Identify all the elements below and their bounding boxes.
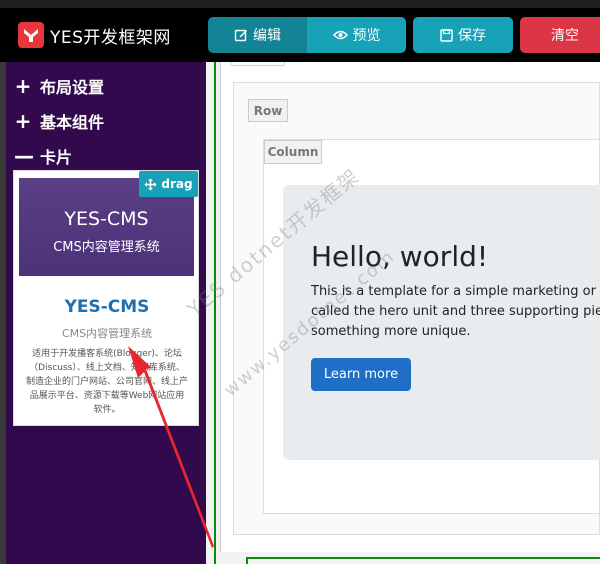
sidebar-item-label: 布局设置 — [40, 78, 105, 97]
top-toolbar: YES开发框架网 编辑 预览 保存 清空 — [0, 0, 600, 62]
app-logo[interactable]: YES开发框架网 — [18, 22, 171, 48]
move-icon — [144, 178, 157, 190]
preview-label: 预览 — [352, 28, 381, 44]
edit-button[interactable]: 编辑 — [208, 17, 307, 53]
edit-label: 编辑 — [253, 28, 281, 44]
sidebar-item-card[interactable]: — 卡片 — [14, 144, 72, 168]
learn-more-button[interactable]: Learn more — [311, 358, 411, 391]
minus-icon: — — [14, 144, 34, 168]
hero-unit: Hello, world! This is a template for a s… — [283, 185, 600, 460]
card-subtitle: CMS内容管理系统 — [61, 327, 153, 340]
next-container-border — [246, 557, 600, 559]
top-strip — [0, 0, 600, 8]
clear-label: 清空 — [551, 28, 579, 44]
app-title: YES开发框架网 — [50, 27, 171, 48]
next-container-border-left — [246, 557, 248, 564]
sidebar-item-label: 基本组件 — [40, 113, 105, 132]
plus-icon: + — [14, 74, 32, 98]
column-label: Column — [264, 140, 322, 164]
eye-icon — [332, 30, 348, 40]
card-description: 适用于开发播客系统(Blogger)、论坛（Discuss）、线上文档、知识库系… — [26, 349, 189, 415]
sidebar-item-basic-components[interactable]: + 基本组件 — [14, 109, 104, 133]
save-label: 保存 — [458, 28, 486, 44]
sidebar-item-label: 卡片 — [40, 148, 73, 167]
row-label: Row — [248, 99, 288, 122]
drag-label: drag — [161, 177, 193, 191]
edit-preview-group: 编辑 预览 — [208, 17, 406, 53]
save-icon — [440, 28, 453, 42]
canvas-guide-line — [214, 62, 216, 564]
card-component[interactable]: YES-CMS CMS内容管理系统 YES-CMS CMS内容管理系统 适用于开… — [13, 170, 199, 426]
hero-text-line: something more unique. — [311, 324, 471, 339]
container-tab — [230, 62, 285, 66]
card-title: YES-CMS — [64, 297, 150, 317]
clear-button[interactable]: 清空 — [520, 17, 600, 53]
plus-icon: + — [14, 109, 32, 133]
drag-handle[interactable]: drag — [139, 171, 198, 197]
hero-title: Hello, world! — [311, 240, 489, 273]
card-banner-title: YES-CMS — [64, 208, 149, 230]
save-button[interactable]: 保存 — [413, 17, 513, 53]
edit-icon — [234, 29, 247, 42]
preview-button[interactable]: 预览 — [307, 17, 406, 53]
card-banner-subtitle: CMS内容管理系统 — [53, 240, 160, 255]
logo-icon — [18, 22, 44, 48]
sidebar-item-layout[interactable]: + 布局设置 — [14, 74, 104, 98]
hero-text-line: called the hero unit and three supportin… — [311, 304, 600, 319]
